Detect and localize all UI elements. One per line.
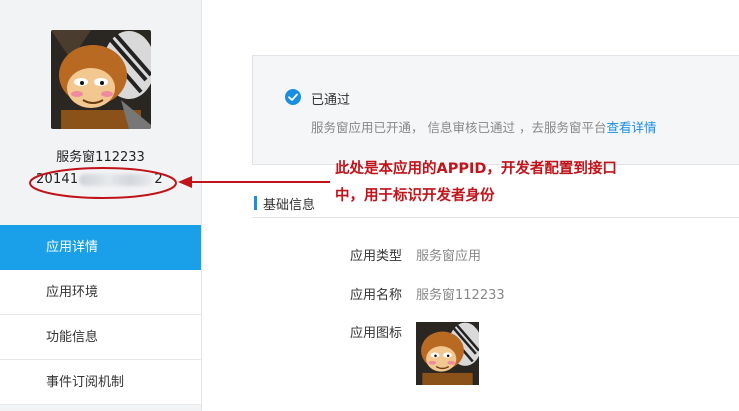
app-type-value: 服务窗应用 (416, 249, 482, 264)
app-name-value: 服务窗112233 (416, 288, 505, 303)
nav-item-function-info[interactable]: 功能信息 (0, 315, 201, 360)
app-id-prefix: 20141 (36, 172, 79, 187)
status-title: 已通过 (311, 93, 351, 108)
nav-item-app-detail[interactable]: 应用详情 (0, 225, 201, 270)
status-description-text: 服务窗应用已开通， 信息审核已通过 ，去服务窗平台 (311, 120, 607, 135)
check-circle-icon (285, 89, 301, 105)
sidebar-nav: 应用详情 应用环境 功能信息 事件订阅机制 (0, 225, 201, 405)
app-icon-thumbnail (416, 322, 479, 385)
sidebar: 服务窗112233 20141 2 应用详情 应用环境 功能信息 事件订阅机制 (0, 0, 202, 411)
app-id-suffix: 2 (154, 172, 163, 187)
app-name: 服务窗112233 (56, 150, 145, 165)
app-type-label: 应用类型 (349, 249, 402, 264)
app-id: 20141 2 (36, 172, 163, 187)
app-id-redaction (79, 173, 154, 186)
section-title: 基础信息 (263, 198, 316, 213)
app-name-label: 应用名称 (349, 288, 402, 303)
app-icon-label: 应用图标 (349, 326, 402, 341)
section-accent-bar (254, 196, 257, 210)
status-description: 服务窗应用已开通， 信息审核已通过 ，去服务窗平台查看详情 (311, 117, 656, 136)
view-details-link[interactable]: 查看详情 (606, 120, 656, 135)
app-avatar (51, 30, 151, 129)
annotation-line-1: 此处是本应用的APPID，开发者配置到接口 (335, 161, 617, 177)
nav-item-event-subscription[interactable]: 事件订阅机制 (0, 360, 201, 405)
status-panel: 已通过 服务窗应用已开通， 信息审核已通过 ，去服务窗平台查看详情 (252, 55, 739, 165)
basic-info-section-header: 基础信息 (252, 193, 739, 218)
nav-item-app-environment[interactable]: 应用环境 (0, 270, 201, 315)
